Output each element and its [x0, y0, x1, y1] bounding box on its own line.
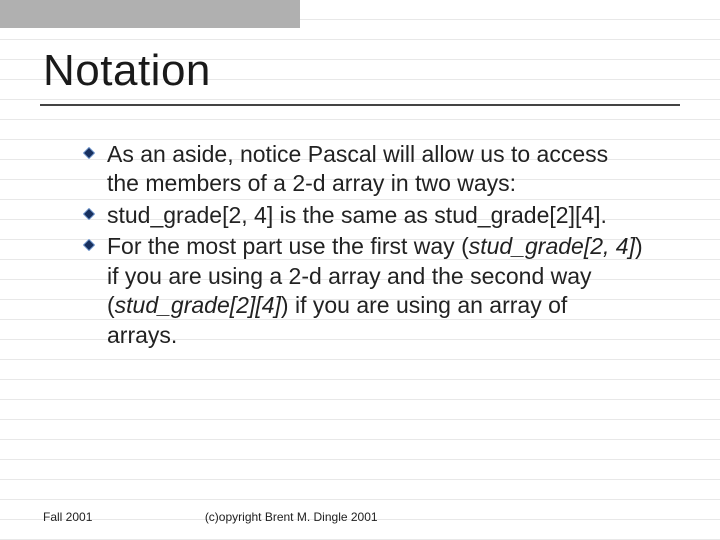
diamond-icon — [83, 208, 101, 220]
decorative-top-bar — [0, 0, 300, 28]
slide-footer: Fall 2001 (c)opyright Brent M. Dingle 20… — [43, 510, 680, 524]
footer-left: Fall 2001 — [43, 510, 92, 524]
diamond-icon — [83, 239, 101, 251]
list-item-text: stud_grade[2, 4] is the same as stud_gra… — [107, 201, 643, 230]
list-item: stud_grade[2, 4] is the same as stud_gra… — [83, 201, 643, 230]
bullet-list: As an aside, notice Pascal will allow us… — [83, 140, 643, 350]
title-underline — [40, 104, 680, 106]
list-item-text: For the most part use the first way (stu… — [107, 232, 643, 350]
slide-content: Notation As an aside, notice Pascal will… — [43, 46, 680, 352]
footer-right: (c)opyright Brent M. Dingle 2001 — [205, 510, 378, 524]
list-item: As an aside, notice Pascal will allow us… — [83, 140, 643, 199]
slide-title: Notation — [43, 46, 680, 96]
diamond-icon — [83, 147, 101, 159]
list-item-text: As an aside, notice Pascal will allow us… — [107, 140, 643, 199]
list-item: For the most part use the first way (stu… — [83, 232, 643, 350]
